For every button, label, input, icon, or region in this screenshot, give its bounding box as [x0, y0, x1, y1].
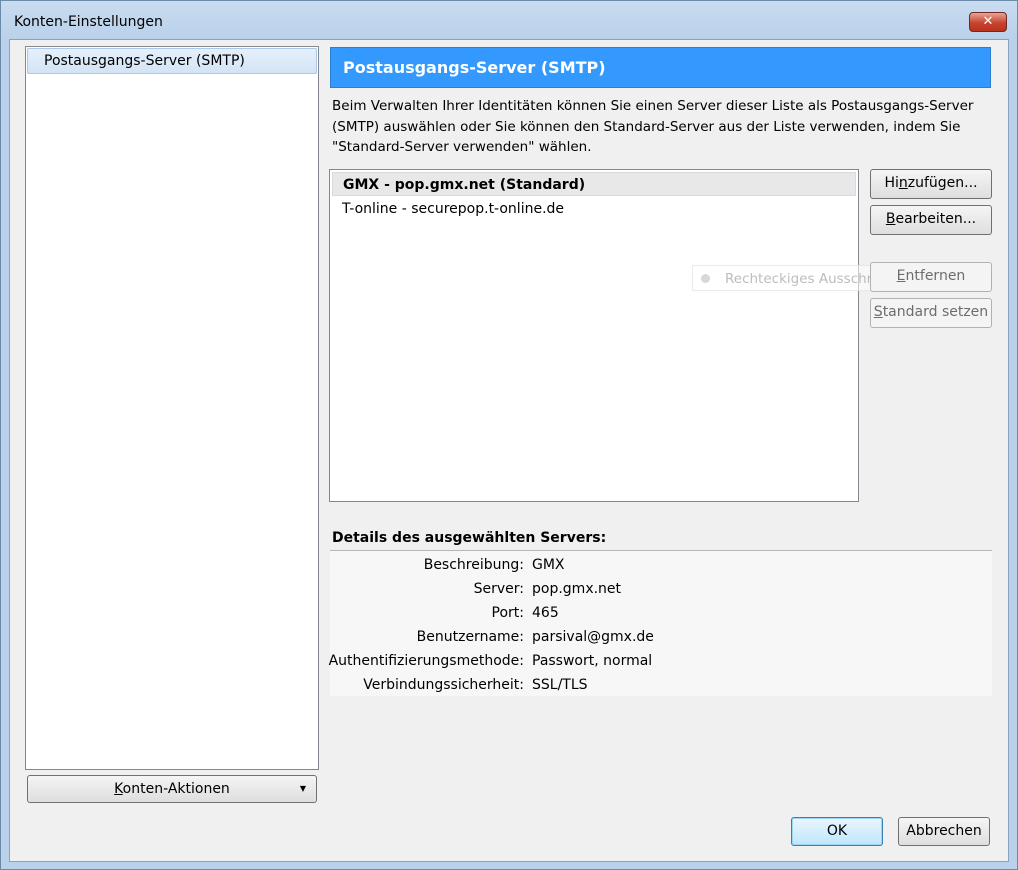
record-dot-icon — [701, 274, 710, 283]
page-title: Postausgangs-Server (SMTP) — [330, 47, 991, 88]
window-title: Konten-Einstellungen — [14, 14, 163, 30]
server-list-item[interactable]: T-online - securepop.t-online.de — [332, 197, 856, 221]
set-default-button[interactable]: Standard setzen — [870, 298, 992, 328]
detail-value: Passwort, normal — [532, 653, 653, 669]
detail-value: 465 — [532, 605, 559, 621]
detail-row-auth-method: Authentifizierungsmethode: Passwort, nor… — [328, 649, 992, 673]
remove-server-button[interactable]: Entfernen — [870, 262, 992, 292]
detail-value: parsival@gmx.de — [532, 629, 654, 645]
detail-label: Beschreibung: — [423, 557, 524, 573]
detail-label: Benutzername: — [416, 629, 524, 645]
detail-row-server: Server: pop.gmx.net — [330, 577, 992, 601]
detail-label: Verbindungssicherheit: — [363, 677, 524, 693]
smtp-server-list[interactable]: GMX - pop.gmx.net (Standard) T-online - … — [329, 169, 859, 502]
dropdown-arrow-icon: ▼ — [299, 784, 306, 793]
details-heading: Details des ausgewählten Servers: — [332, 530, 607, 546]
account-actions-button[interactable]: Konten-Aktionen ▼ — [27, 775, 317, 803]
dialog-client-area: Postausgangs-Server (SMTP) Konten-Aktion… — [9, 39, 1009, 862]
detail-row-username: Benutzername: parsival@gmx.de — [330, 625, 992, 649]
detail-row-port: Port: 465 — [330, 601, 992, 625]
server-list-item[interactable]: GMX - pop.gmx.net (Standard) — [332, 172, 856, 196]
detail-label: Server: — [473, 581, 524, 597]
detail-value: pop.gmx.net — [532, 581, 622, 597]
detail-label: Port: — [491, 605, 524, 621]
server-details-panel: Beschreibung: GMX Server: pop.gmx.net Po… — [328, 550, 992, 697]
account-tree[interactable]: Postausgangs-Server (SMTP) — [25, 46, 319, 770]
cancel-button[interactable]: Abbrechen — [898, 817, 990, 846]
detail-value: GMX — [532, 557, 565, 573]
close-button[interactable]: ✕ — [969, 12, 1007, 32]
close-icon: ✕ — [982, 14, 994, 29]
account-actions-label: Konten-Aktionen — [114, 781, 230, 797]
edit-server-button[interactable]: Bearbeiten... — [870, 205, 992, 235]
dialog-window: Konten-Einstellungen ✕ Postausgangs-Serv… — [0, 0, 1018, 870]
title-bar[interactable]: Konten-Einstellungen ✕ — [1, 1, 1017, 39]
ok-button[interactable]: OK — [791, 817, 883, 846]
sidebar-item-smtp-server[interactable]: Postausgangs-Server (SMTP) — [27, 48, 317, 74]
add-server-button[interactable]: Hinzufügen... — [870, 169, 992, 199]
detail-value: SSL/TLS — [532, 677, 588, 693]
detail-row-description: Beschreibung: GMX — [330, 553, 992, 577]
sidebar-item-label: Postausgangs-Server (SMTP) — [44, 53, 245, 69]
detail-row-connection-security: Verbindungssicherheit: SSL/TLS — [330, 673, 992, 697]
detail-label: Authentifizierungsmethode: — [328, 653, 524, 669]
description-text: Beim Verwalten Ihrer Identitäten können … — [332, 98, 974, 155]
